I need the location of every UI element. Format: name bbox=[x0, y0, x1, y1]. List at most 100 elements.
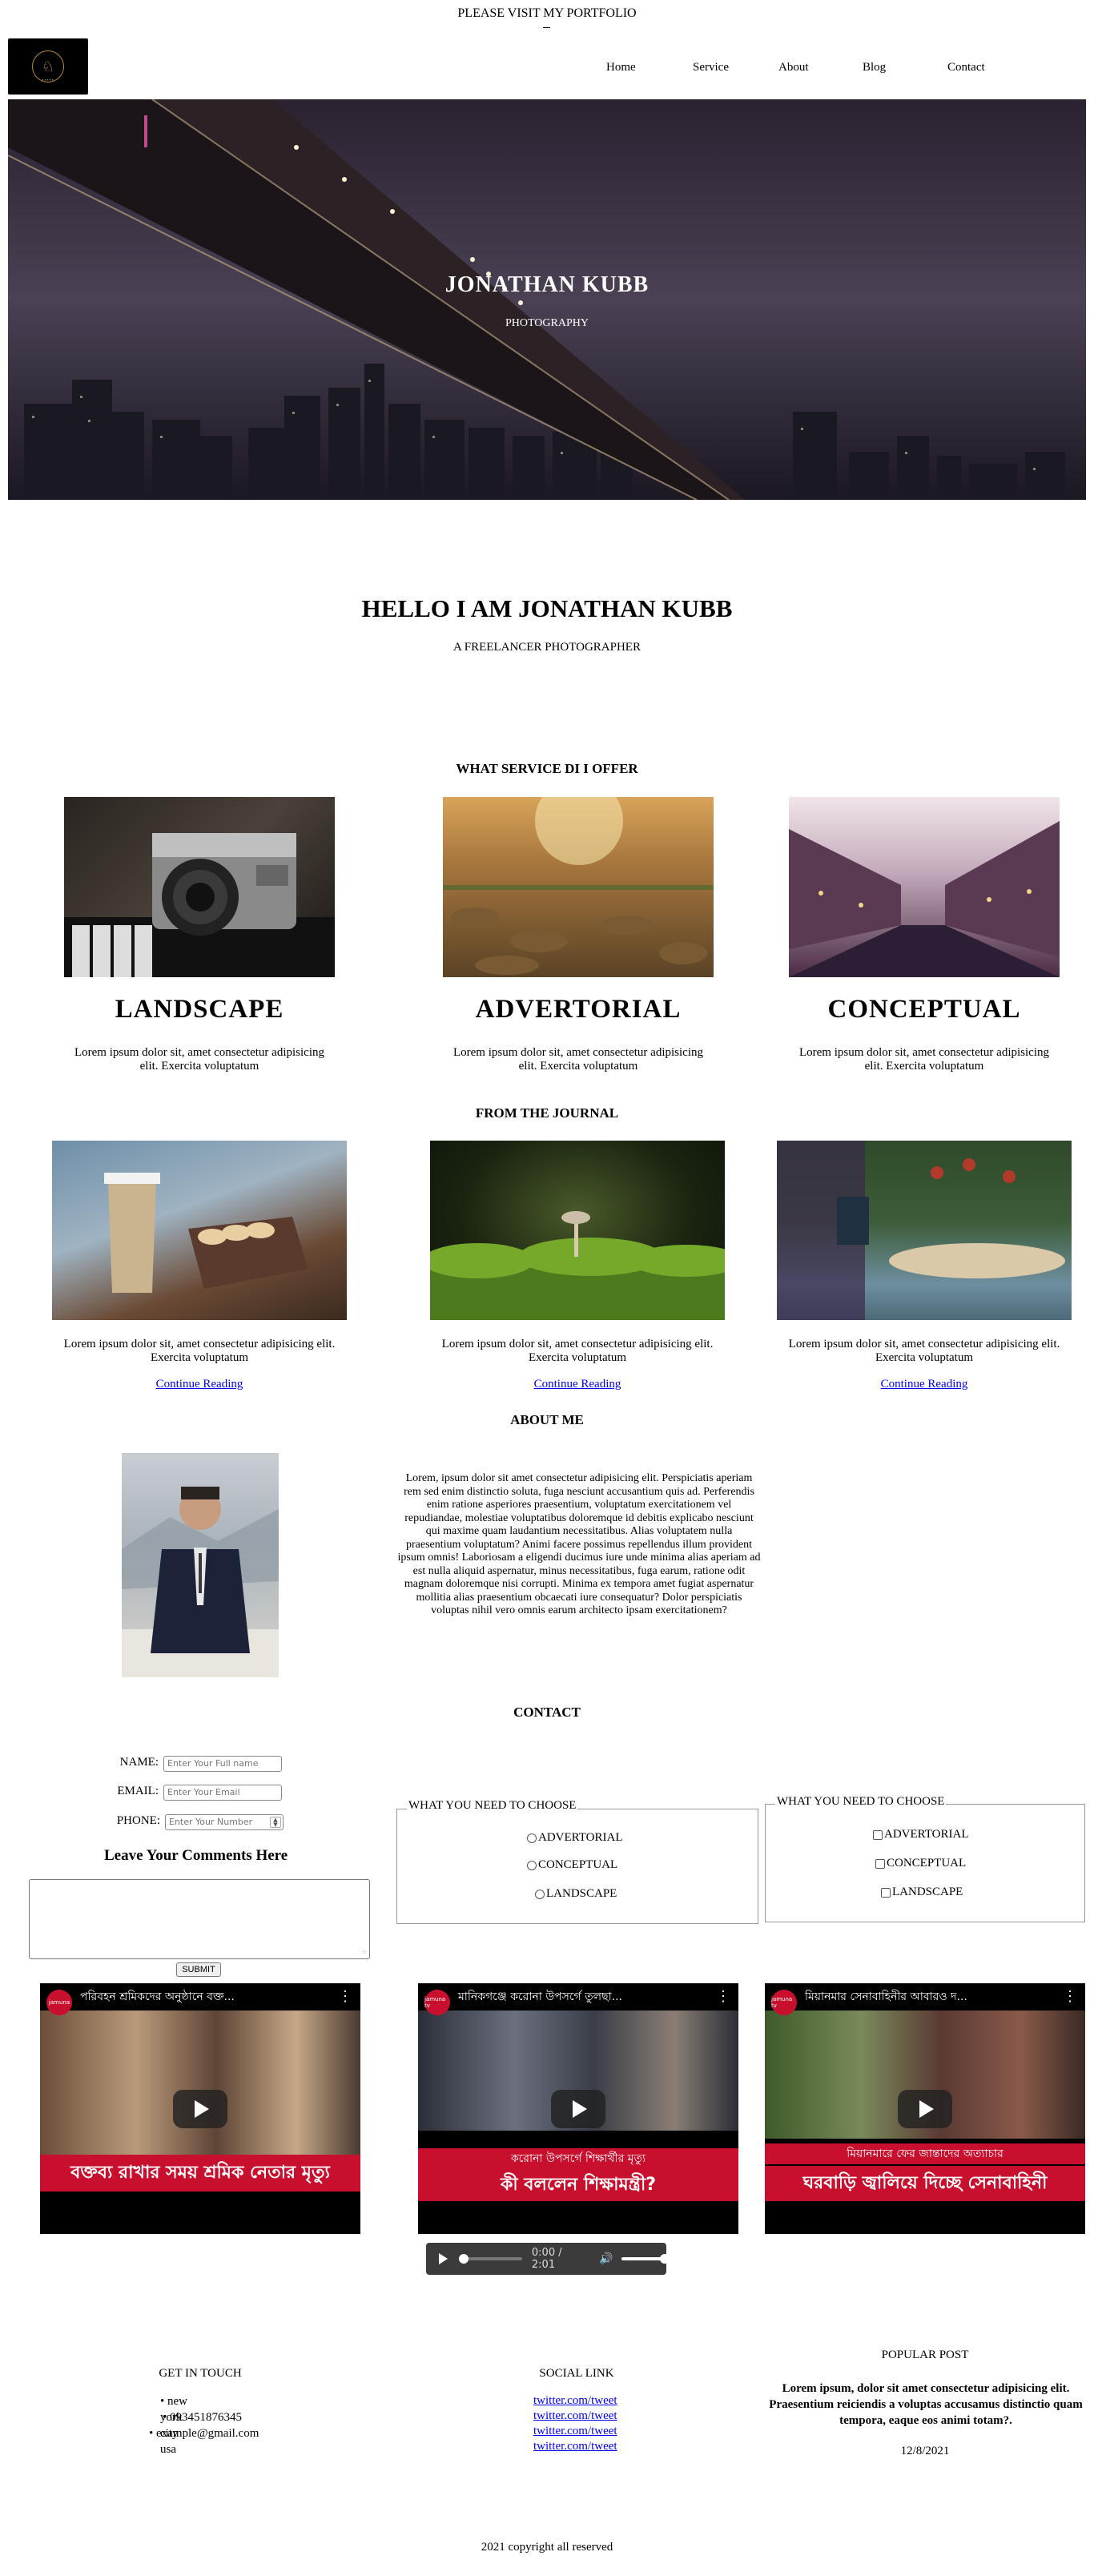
nav-service[interactable]: Service bbox=[693, 61, 729, 74]
nav-blog[interactable]: Blog bbox=[863, 61, 886, 74]
checkbox-icon[interactable] bbox=[881, 1887, 891, 1898]
social-link-title: SOCIAL LINK bbox=[539, 2367, 614, 2380]
audio-player[interactable]: 0:00 / 2:01 🔊 bbox=[426, 2243, 670, 2275]
nav-contact[interactable]: Contact bbox=[947, 61, 985, 74]
video-caption-2: কী বললেন শিক্ষামন্ত্রী? bbox=[418, 2169, 738, 2201]
continue-reading-link-1[interactable]: Continue Reading bbox=[52, 1378, 347, 1391]
radio-option-landscape[interactable]: LANDSCAPE bbox=[535, 1887, 617, 1901]
about-portrait bbox=[122, 1453, 279, 1677]
checkbox-icon[interactable] bbox=[873, 1829, 883, 1840]
hero-title: JONATHAN KUBB bbox=[444, 272, 650, 297]
social-link-3[interactable]: twitter.com/tweet bbox=[533, 2424, 617, 2439]
service-text-landscape: Lorem ipsum dolor sit, amet consectetur … bbox=[74, 1046, 324, 1073]
video-title-3: মিয়ানমার সেনাবাহিনীর আবারও দ... bbox=[765, 1983, 1085, 2010]
progress-handle[interactable] bbox=[459, 2254, 469, 2264]
checkbox-group-legend: WHAT YOU NEED TO CHOOSE bbox=[775, 1795, 947, 1809]
volume-handle[interactable] bbox=[660, 2254, 670, 2264]
service-text-conceptual: Lorem ipsum dolor sit, amet consectetur … bbox=[798, 1046, 1049, 1073]
continue-reading-link-3[interactable]: Continue Reading bbox=[777, 1378, 1072, 1391]
video-title-1: পরিবহন শ্রমিকদের অনুষ্ঠানে বক্ত... bbox=[40, 1983, 360, 2010]
play-icon[interactable] bbox=[173, 2089, 227, 2128]
comments-title: Leave Your Comments Here bbox=[104, 1847, 288, 1864]
social-link-4[interactable]: twitter.com/tweet bbox=[533, 2439, 617, 2454]
video-embed-2[interactable]: মানিকগঞ্জে করোনা উপসর্গে তুলছা... jamuna… bbox=[418, 1983, 738, 2234]
leaves-image bbox=[443, 797, 714, 975]
service-image-camera bbox=[64, 797, 335, 977]
journal-image-mushroom bbox=[430, 1141, 725, 1320]
radio-icon[interactable] bbox=[527, 1860, 537, 1870]
comment-textarea[interactable]: ⁘ bbox=[29, 1879, 370, 1959]
phone-placeholder: Enter Your Number bbox=[169, 1817, 253, 1827]
contact-email: • example@gmail.com bbox=[149, 2427, 259, 2440]
submit-button[interactable]: SUBMIT bbox=[176, 1962, 221, 1977]
service-image-canal bbox=[789, 797, 1060, 977]
cafe-image bbox=[777, 1141, 1065, 1320]
video-thumbnail-1 bbox=[40, 2010, 360, 2155]
radio-option-conceptual[interactable]: CONCEPTUAL bbox=[527, 1858, 617, 1872]
radio-icon[interactable] bbox=[535, 1889, 545, 1899]
about-heading: ABOUT ME bbox=[510, 1412, 584, 1427]
checkbox-label: CONCEPTUAL bbox=[887, 1857, 967, 1870]
checkbox-icon[interactable] bbox=[875, 1858, 885, 1869]
checkbox-option-landscape[interactable]: LANDSCAPE bbox=[881, 1886, 963, 1899]
camera-image bbox=[64, 833, 335, 977]
volume-slider[interactable] bbox=[621, 2254, 670, 2264]
contact-phone: • 093451876345 bbox=[163, 2411, 243, 2424]
resize-handle-icon[interactable]: ⁘ bbox=[361, 1948, 368, 1957]
social-link-1[interactable]: twitter.com/tweet bbox=[533, 2393, 617, 2409]
popular-post-text: Lorem ipsum, dolor sit amet consectetur … bbox=[769, 2382, 1083, 2427]
intro-title: HELLO I AM JONATHAN KUBB bbox=[361, 594, 733, 622]
journal-image-coffee bbox=[52, 1141, 347, 1320]
phone-input[interactable]: Enter Your Number ▲ ▼ bbox=[165, 1814, 284, 1830]
play-icon[interactable] bbox=[551, 2089, 605, 2128]
divider bbox=[543, 27, 550, 28]
coffee-image bbox=[104, 1173, 308, 1293]
mushroom-image bbox=[430, 1211, 725, 1320]
about-text: Lorem, ipsum dolor sit amet consectetur … bbox=[397, 1472, 761, 1616]
volume-icon[interactable]: 🔊 bbox=[599, 2252, 613, 2265]
social-link-2[interactable]: twitter.com/tweet bbox=[533, 2409, 617, 2424]
channel-avatar-icon: jamuna tv bbox=[424, 1990, 450, 2015]
channel-avatar-icon: jamuna bbox=[46, 1990, 72, 2015]
services-heading: WHAT SERVICE DI I OFFER bbox=[456, 761, 638, 776]
continue-reading-link-2[interactable]: Continue Reading bbox=[430, 1378, 725, 1391]
video-title-2: মানিকগঞ্জে করোনা উপসর্গে তুলছা... bbox=[418, 1983, 738, 2010]
journal-text-1: Lorem ipsum dolor sit, amet consectetur … bbox=[63, 1338, 336, 1364]
logo[interactable]: ♘ ••••• bbox=[8, 38, 88, 95]
email-label: EMAIL: bbox=[117, 1785, 159, 1797]
play-icon[interactable] bbox=[439, 2253, 448, 2264]
checkbox-label: ADVERTORIAL bbox=[884, 1828, 969, 1841]
more-options-icon[interactable]: ⋮ bbox=[1063, 1988, 1077, 2005]
radio-label: LANDSCAPE bbox=[546, 1887, 617, 1900]
checkbox-label: LANDSCAPE bbox=[892, 1886, 963, 1898]
get-in-touch-title: GET IN TOUCH bbox=[159, 2367, 242, 2380]
name-label: NAME: bbox=[119, 1756, 159, 1769]
service-text-advertorial: Lorem ipsum dolor sit, amet consectetur … bbox=[452, 1046, 703, 1073]
radio-group-legend: WHAT YOU NEED TO CHOOSE bbox=[407, 1799, 578, 1813]
intro-subtitle: A FREELANCER PHOTOGRAPHER bbox=[453, 641, 641, 654]
video-subtitle-3: মিয়ানমারে ফের জান্তাদের অত্যাচার bbox=[765, 2143, 1085, 2164]
journal-text-2: Lorem ipsum dolor sit, amet consectetur … bbox=[441, 1338, 714, 1364]
audio-progress-slider[interactable] bbox=[459, 2254, 522, 2264]
video-embed-3[interactable]: মিয়ানমার সেনাবাহিনীর আবারও দ... jamuna … bbox=[765, 1983, 1085, 2234]
audio-time: 0:00 / 2:01 bbox=[531, 2247, 562, 2271]
radio-label: ADVERTORIAL bbox=[538, 1831, 623, 1844]
nav-home[interactable]: Home bbox=[606, 61, 636, 74]
popular-post-title: POPULAR POST bbox=[881, 2349, 969, 2361]
hero-subtitle: PHOTOGRAPHY bbox=[505, 317, 589, 329]
email-input[interactable]: Enter Your Email bbox=[163, 1785, 282, 1801]
more-options-icon[interactable]: ⋮ bbox=[716, 1988, 730, 2005]
service-title-conceptual: CONCEPTUAL bbox=[827, 995, 1021, 1024]
logo-mark-icon: ♘ bbox=[32, 50, 64, 83]
number-stepper-icon[interactable]: ▲ ▼ bbox=[270, 1817, 281, 1828]
play-icon[interactable] bbox=[898, 2089, 952, 2128]
checkbox-option-advertorial[interactable]: ADVERTORIAL bbox=[873, 1828, 968, 1841]
name-input[interactable]: Enter Your Full name bbox=[163, 1756, 282, 1772]
video-embed-1[interactable]: পরিবহন শ্রমিকদের অনুষ্ঠানে বক্ত... jamun… bbox=[40, 1983, 360, 2234]
checkbox-option-conceptual[interactable]: CONCEPTUAL bbox=[875, 1857, 966, 1870]
radio-option-advertorial[interactable]: ADVERTORIAL bbox=[527, 1831, 622, 1845]
service-title-landscape: LANDSCAPE bbox=[115, 995, 284, 1024]
radio-icon[interactable] bbox=[527, 1833, 537, 1843]
more-options-icon[interactable]: ⋮ bbox=[338, 1988, 352, 2005]
nav-about[interactable]: About bbox=[778, 61, 809, 74]
